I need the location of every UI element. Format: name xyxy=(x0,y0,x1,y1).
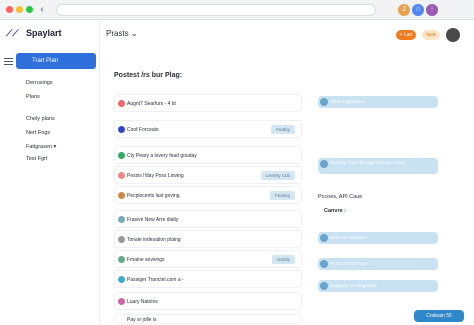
nav-item[interactable]: Chely plans xyxy=(26,116,55,122)
logo-icon: ⟋⟋ xyxy=(6,28,19,38)
hamburger-icon[interactable] xyxy=(4,58,13,66)
list-item[interactable]: Augnt7 Searfurs - 4 ld xyxy=(114,94,302,112)
browser-chrome: ‹ J ☆ ⋮ xyxy=(0,0,474,20)
chat-bubble[interactable]: Snagrery our Brigonpar xyxy=(318,280,438,292)
chat-bubble[interactable]: Booking /Tarel faraage lasts per rascy xyxy=(318,158,438,174)
menu-icon[interactable]: ⋮ xyxy=(426,4,438,16)
avatar[interactable] xyxy=(446,28,460,42)
start-plan-button[interactable]: Trart Plan xyxy=(16,53,96,69)
chat-bubble[interactable]: Dork sor taratyusn xyxy=(318,232,438,244)
nav-item[interactable]: Plans xyxy=(26,94,40,100)
item-icon xyxy=(118,256,125,263)
list-item[interactable]: Pecplocents last goving Feating xyxy=(114,186,302,204)
right-panel: Ssbrs Fypsurfons Booking /Tarel faraage … xyxy=(312,68,472,324)
back-icon[interactable]: ‹ xyxy=(36,4,48,16)
list-item[interactable]: Luary Nations xyxy=(114,292,302,310)
item-icon xyxy=(118,236,125,243)
bubble-icon xyxy=(320,234,328,242)
footer-button[interactable]: Cndoain 55 xyxy=(414,310,464,322)
minimize-window-icon[interactable] xyxy=(16,6,23,13)
item-icon xyxy=(118,216,125,223)
item-icon xyxy=(118,298,125,305)
list-item[interactable]: Frasive New Arre dialty xyxy=(114,210,302,228)
list-item[interactable]: Cty Peary a levery fead gouday xyxy=(114,146,302,164)
plan-button[interactable]: Iuce xyxy=(422,30,440,40)
app-name: Spaylart xyxy=(26,28,62,38)
flag-icon xyxy=(118,126,125,133)
item-icon xyxy=(118,100,125,107)
section-title: Postest /rs bur Plag: xyxy=(114,72,183,79)
list-item[interactable]: Passiger Tranctel.com a - xyxy=(114,270,302,288)
bubble-icon xyxy=(320,282,328,290)
address-bar[interactable] xyxy=(56,4,376,16)
sidebar: ⟋⟋ Spaylart Trart Plan Derrusings Plans … xyxy=(0,20,100,324)
bubble-icon xyxy=(320,160,328,168)
nav-item[interactable]: Test Fgrt xyxy=(26,156,47,162)
maximize-window-icon[interactable] xyxy=(26,6,33,13)
item-icon xyxy=(118,152,125,159)
list-item[interactable]: Pessis I!day Poss Lioving Leverty Cub xyxy=(114,166,302,184)
add-button[interactable]: + Lart xyxy=(396,30,416,40)
item-icon xyxy=(118,276,125,283)
canvas-label[interactable]: Canvre : xyxy=(324,208,346,214)
chat-bubble[interactable]: Ssbrs Fypsurfons xyxy=(318,96,438,108)
section-label: Pccoes, API Caue xyxy=(318,194,363,200)
item-icon xyxy=(118,172,125,179)
nav-item[interactable]: Fatigrasen ▾ xyxy=(26,144,56,150)
list-item[interactable]: Pay sr jolle is xyxy=(114,314,302,324)
nav-item[interactable]: Nert Fogs xyxy=(26,130,50,136)
list-item[interactable]: Fmaine sevivngs Nobity xyxy=(114,250,302,268)
list-item[interactable]: Coof Forceuto Feathy xyxy=(114,120,302,138)
close-window-icon[interactable] xyxy=(6,6,13,13)
bubble-icon xyxy=(320,260,328,268)
nav-item[interactable]: Derrusings xyxy=(26,80,53,86)
app: ⟋⟋ Spaylart Trart Plan Derrusings Plans … xyxy=(0,20,474,324)
header: Prasts ⌄ + Lart Iuce xyxy=(100,20,474,48)
chat-bubble[interactable]: Pront of Fost Fogs xyxy=(318,258,438,270)
main-panel: Postest /rs bur Plag: Augnt7 Searfurs - … xyxy=(108,68,302,324)
page-title[interactable]: Prasts ⌄ xyxy=(106,29,138,38)
star-icon[interactable]: ☆ xyxy=(412,4,424,16)
extension-icon[interactable]: J xyxy=(398,4,410,16)
item-icon xyxy=(118,192,125,199)
bubble-icon xyxy=(320,98,328,106)
list-item[interactable]: Tonale indesation plaing xyxy=(114,230,302,248)
